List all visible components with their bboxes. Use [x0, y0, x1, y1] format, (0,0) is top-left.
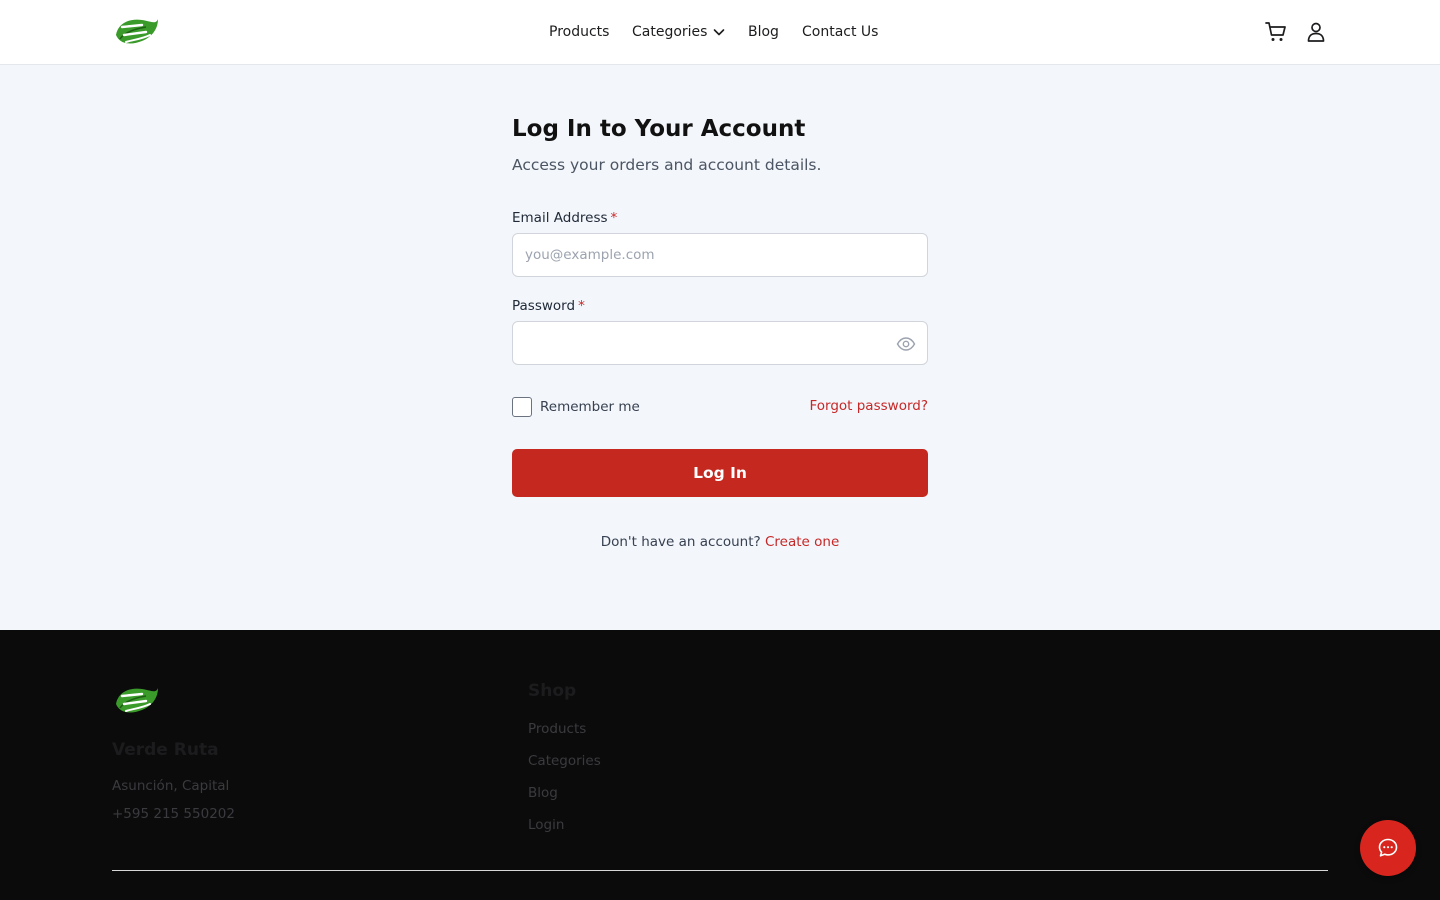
signup-prompt-text: Don't have an account?	[600, 534, 761, 550]
required-mark: *	[578, 298, 585, 314]
nav-categories-label: Categories	[632, 24, 708, 40]
site-footer: Verde Ruta Asunción, Capital +595 215 55…	[0, 630, 1440, 900]
footer-divider	[112, 870, 1328, 871]
password-label-text: Password	[512, 298, 576, 314]
page-title: Log In to Your Account	[512, 116, 806, 142]
email-field[interactable]	[512, 233, 928, 277]
footer-link-categories[interactable]: Categories	[528, 753, 601, 769]
chat-button[interactable]	[1360, 820, 1416, 876]
page-subtitle: Access your orders and account details.	[512, 156, 822, 174]
nav-categories[interactable]: Categories	[632, 22, 726, 42]
footer-link-products[interactable]: Products	[528, 721, 586, 737]
login-form: Log In to Your Account Access your order…	[512, 112, 928, 550]
nav-contact-us[interactable]: Contact Us	[802, 22, 878, 42]
email-label: Email Address *	[512, 209, 617, 227]
site-header: Products Categories Blog Contact Us	[0, 0, 1440, 65]
footer-address: Asunción, Capital	[112, 778, 230, 794]
remember-me-label: Remember me	[540, 399, 640, 415]
login-button[interactable]: Log In	[512, 449, 928, 497]
password-label: Password *	[512, 297, 585, 315]
main-nav: Products Categories Blog Contact Us	[0, 0, 1440, 64]
shopping-cart-icon[interactable]	[1264, 20, 1288, 44]
password-field[interactable]	[512, 321, 928, 365]
required-mark: *	[610, 210, 618, 226]
remember-me: Remember me	[512, 397, 640, 417]
forgot-password-link[interactable]: Forgot password?	[809, 398, 928, 414]
signup-prompt: Don't have an account? Create one	[512, 534, 928, 550]
create-account-link[interactable]: Create one	[765, 534, 839, 550]
verde-ruta-logo[interactable]	[112, 684, 160, 718]
nav-products[interactable]: Products	[549, 22, 609, 42]
nav-blog[interactable]: Blog	[748, 22, 779, 42]
eye-icon[interactable]	[896, 334, 916, 354]
chevron-down-icon	[714, 29, 725, 36]
remember-me-checkbox[interactable]	[512, 397, 532, 417]
footer-link-blog[interactable]: Blog	[528, 785, 558, 801]
footer-phone: +595 215 550202	[112, 806, 235, 822]
email-label-text: Email Address	[512, 210, 608, 226]
footer-shop-heading: Shop	[528, 681, 577, 701]
footer-brand: Verde Ruta	[112, 740, 219, 760]
chat-bubble-icon	[1378, 838, 1398, 857]
footer-link-login[interactable]: Login	[528, 817, 564, 833]
user-icon[interactable]	[1304, 20, 1328, 44]
